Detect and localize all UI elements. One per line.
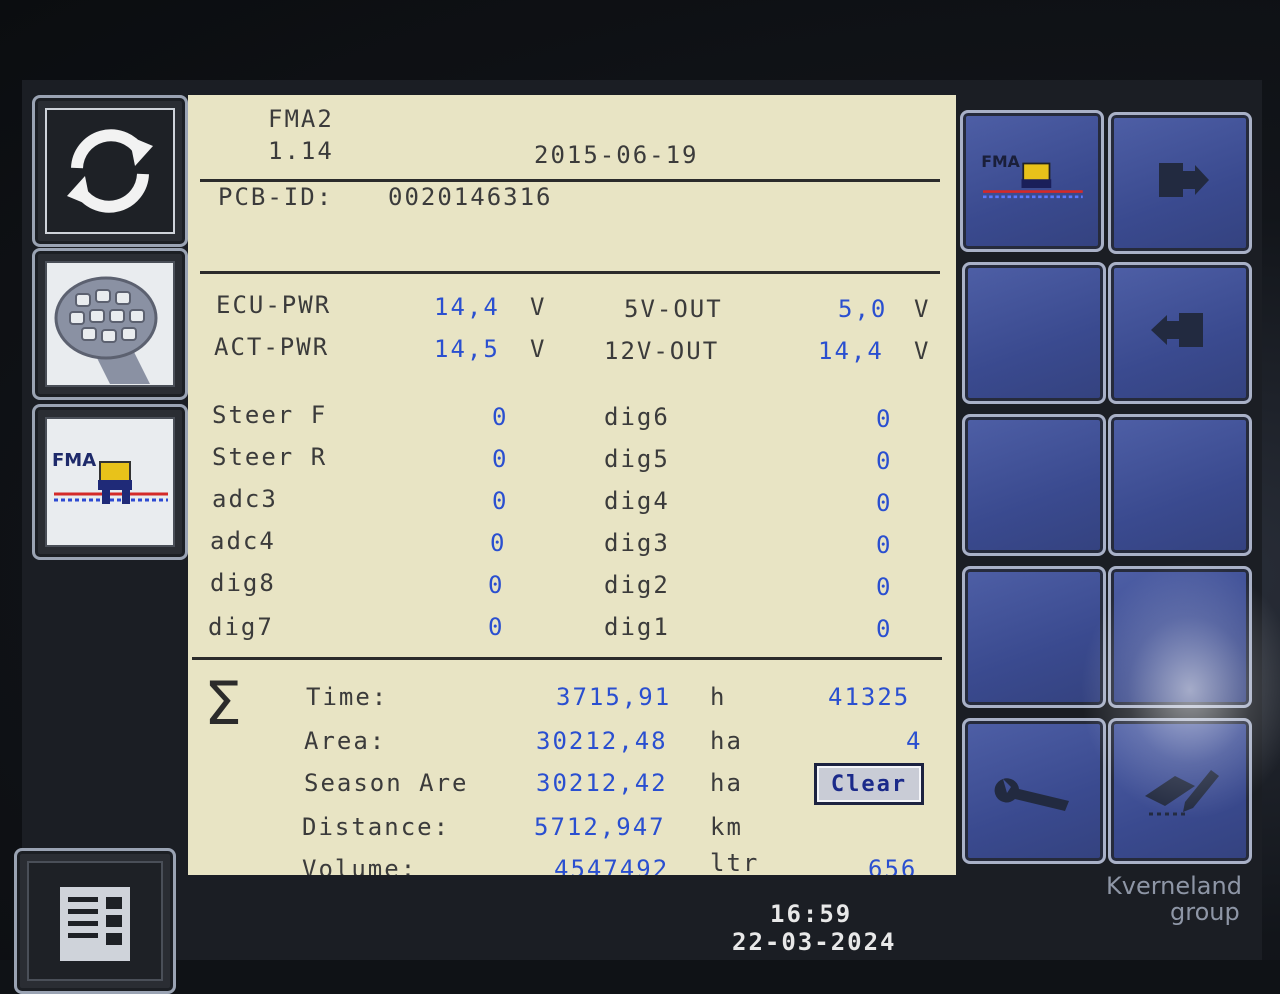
output-unit: V — [914, 337, 931, 365]
status-time: 16:59 — [770, 900, 853, 928]
export-softkey[interactable] — [1108, 112, 1252, 254]
fma-diagnostics-panel: FMA2 1.14 2015-06-19 PCB-ID: 0020146316 … — [188, 95, 956, 875]
brand-tagline: group — [1170, 898, 1240, 926]
digital-value: 0 — [876, 615, 893, 643]
digital-value: 0 — [876, 489, 893, 517]
input-label: adc3 — [212, 485, 278, 513]
digital-value: 0 — [876, 405, 893, 433]
power-value: 14,4 — [434, 293, 500, 321]
total-unit: ltr — [710, 849, 760, 875]
fma-sprayer-icon: FMA — [45, 417, 175, 547]
total-value: 4547492 — [554, 855, 670, 875]
module-name: FMA2 — [268, 105, 334, 133]
sigma-icon: Σ — [204, 669, 242, 739]
input-value: 0 — [490, 529, 507, 557]
output-value: 14,4 — [818, 337, 884, 365]
total-label: Distance: — [302, 813, 451, 841]
total-unit: ha — [710, 727, 743, 755]
software-version: 1.14 — [268, 137, 334, 165]
total-extra: 656 — [868, 855, 918, 875]
pcb-id-value: 0020146316 — [388, 183, 553, 211]
output-label: 12V-OUT — [604, 337, 720, 365]
fma-button[interactable]: FMA — [32, 404, 188, 560]
input-label: Steer R — [212, 443, 328, 471]
power-unit: V — [530, 293, 547, 321]
fma-icon-text: FMA — [981, 152, 1020, 171]
refresh-button[interactable] — [32, 95, 188, 247]
output-value: 5,0 — [838, 295, 888, 323]
input-value: 0 — [492, 403, 509, 431]
total-label: Area: — [304, 727, 387, 755]
input-value: 0 — [492, 445, 509, 473]
digital-label: dig1 — [604, 613, 670, 641]
total-value: 3715,91 — [556, 683, 672, 711]
total-extra: 41325 — [828, 683, 911, 711]
import-softkey[interactable] — [1108, 262, 1252, 404]
empty-softkey[interactable] — [1108, 414, 1252, 556]
settings-softkey[interactable] — [962, 718, 1106, 864]
input-value: 0 — [488, 613, 505, 641]
empty-softkey[interactable] — [962, 262, 1106, 404]
digital-value: 0 — [876, 573, 893, 601]
clear-season-button[interactable]: Clear — [814, 763, 924, 805]
total-unit: ha — [710, 769, 743, 797]
input-value: 0 — [492, 487, 509, 515]
input-label: Steer F — [212, 401, 328, 429]
power-value: 14,5 — [434, 335, 500, 363]
header-divider — [200, 179, 940, 182]
software-date: 2015-06-19 — [534, 141, 699, 169]
digital-label: dig5 — [604, 445, 670, 473]
input-label: dig8 — [210, 569, 276, 597]
arrow-in-icon — [1151, 313, 1203, 347]
digital-label: dig6 — [604, 403, 670, 431]
total-unit: h — [710, 683, 727, 711]
total-value: 30212,42 — [536, 769, 668, 797]
power-label: ECU-PWR — [216, 291, 332, 319]
power-unit: V — [530, 335, 547, 363]
empty-softkey[interactable] — [1108, 566, 1252, 708]
total-label: Volume: — [302, 855, 418, 875]
output-label: 5V-OUT — [624, 295, 723, 323]
digital-value: 0 — [876, 447, 893, 475]
total-value: 30212,48 — [536, 727, 668, 755]
digital-label: dig2 — [604, 571, 670, 599]
memory-list-icon — [27, 861, 163, 981]
memory-list-button[interactable] — [14, 848, 176, 994]
empty-softkey[interactable] — [962, 414, 1106, 556]
input-label: adc4 — [210, 527, 276, 555]
digital-label: dig3 — [604, 529, 670, 557]
brand-name: Kverneland — [1106, 872, 1242, 900]
pencil-icon — [1145, 770, 1219, 816]
refresh-icon — [45, 108, 175, 234]
total-label: Season Are — [304, 769, 469, 797]
pcb-divider — [200, 271, 940, 274]
power-label: ACT-PWR — [214, 333, 330, 361]
fma-icon-text: FMA — [52, 450, 96, 471]
input-value: 0 — [488, 571, 505, 599]
total-label: Time: — [306, 683, 389, 711]
digital-value: 0 — [876, 531, 893, 559]
joystick-icon — [45, 261, 175, 387]
total-value: 5712,947 — [534, 813, 666, 841]
wrench-icon — [994, 778, 1069, 811]
output-unit: V — [914, 295, 931, 323]
fma-sprayer-icon: FMA — [981, 152, 1083, 199]
arrow-out-icon — [1159, 163, 1209, 197]
joystick-button[interactable] — [32, 248, 188, 400]
pcb-id-label: PCB-ID: — [218, 183, 334, 211]
input-label: dig7 — [208, 613, 274, 641]
totals-divider — [192, 657, 942, 660]
total-unit: km — [710, 813, 743, 841]
status-date: 22-03-2024 — [732, 928, 897, 956]
fma-softkey[interactable]: FMA — [960, 110, 1104, 252]
empty-softkey[interactable] — [962, 566, 1106, 708]
total-extra: 4 — [906, 727, 923, 755]
digital-label: dig4 — [604, 487, 670, 515]
edit-softkey[interactable] — [1108, 718, 1252, 864]
